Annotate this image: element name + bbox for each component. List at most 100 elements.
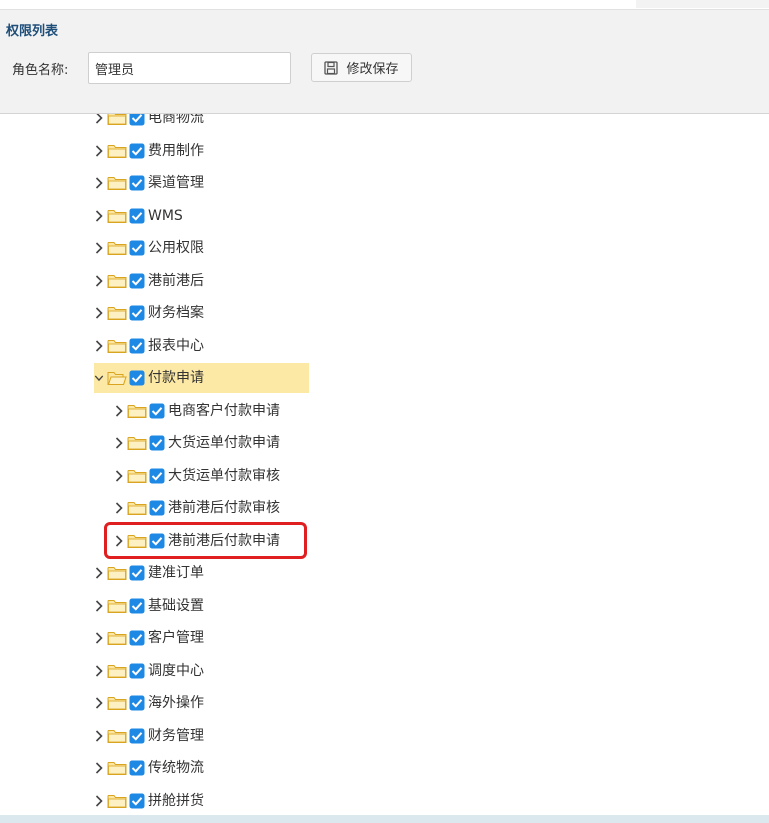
checkbox-checked[interactable]	[129, 370, 145, 386]
tree-node[interactable]: 港前港后付款审核	[114, 493, 280, 523]
tree-node-label[interactable]: 财务档案	[148, 298, 204, 328]
folder-icon	[107, 208, 127, 224]
tree-node-label[interactable]: 建准订单	[148, 558, 204, 588]
tree-node-label[interactable]: 海外操作	[148, 688, 204, 718]
folder-icon	[107, 273, 127, 289]
checkbox-checked[interactable]	[129, 143, 145, 159]
tree-node[interactable]: 电商物流	[94, 114, 204, 133]
chevron-right-icon[interactable]	[94, 274, 104, 288]
chevron-right-icon[interactable]	[94, 696, 104, 710]
tree-node[interactable]: 客户管理	[94, 623, 204, 653]
tree-node[interactable]: 报表中心	[94, 331, 204, 361]
tree-node-label[interactable]: 基础设置	[148, 591, 204, 621]
checkbox-checked[interactable]	[129, 728, 145, 744]
checkbox-checked[interactable]	[129, 240, 145, 256]
folder-icon	[107, 598, 127, 614]
tree-node-label[interactable]: 公用权限	[148, 233, 204, 263]
tree-node[interactable]: 财务档案	[94, 298, 204, 328]
role-name-input[interactable]	[88, 52, 291, 84]
checkbox-checked[interactable]	[129, 208, 145, 224]
chevron-right-icon[interactable]	[94, 176, 104, 190]
tree-node-label[interactable]: 港前港后	[148, 266, 204, 296]
chevron-right-icon[interactable]	[94, 241, 104, 255]
tree-node[interactable]: 调度中心	[94, 656, 204, 686]
permission-tree: 电商物流费用制作 渠道管理 WMS 公用权限 港前港后 财务档案 报表中心 付款申请 电商客户付…	[0, 114, 769, 814]
tree-node[interactable]: 费用制作	[94, 136, 204, 166]
tree-node-label[interactable]: 报表中心	[148, 331, 204, 361]
chevron-right-icon[interactable]	[94, 114, 104, 125]
tree-node-label[interactable]: 大货运单付款审核	[168, 461, 280, 491]
top-bar-accent	[636, 0, 769, 8]
checkbox-checked[interactable]	[149, 435, 165, 451]
tree-node[interactable]: 大货运单付款申请	[114, 428, 280, 458]
checkbox-checked[interactable]	[129, 338, 145, 354]
permission-header-panel: 权限列表 角色名称: 修改保存	[0, 10, 769, 114]
folder-icon	[107, 143, 127, 159]
tree-node[interactable]: 传统物流	[94, 753, 204, 783]
chevron-down-icon[interactable]	[94, 371, 104, 385]
chevron-right-icon[interactable]	[94, 144, 104, 158]
tree-node-label[interactable]: 渠道管理	[148, 168, 204, 198]
tree-node[interactable]: WMS	[94, 201, 183, 231]
chevron-right-icon[interactable]	[114, 469, 124, 483]
chevron-right-icon[interactable]	[94, 566, 104, 580]
folder-icon	[127, 403, 147, 419]
tree-node[interactable]: 公用权限	[94, 233, 204, 263]
chevron-right-icon[interactable]	[94, 664, 104, 678]
chevron-right-icon[interactable]	[94, 631, 104, 645]
folder-icon	[107, 695, 127, 711]
chevron-right-icon[interactable]	[94, 599, 104, 613]
tree-node[interactable]: 付款申请	[94, 363, 309, 393]
chevron-right-icon[interactable]	[94, 306, 104, 320]
tree-node-label[interactable]: 电商客户付款申请	[168, 396, 280, 426]
tree-node-label[interactable]: 调度中心	[148, 656, 204, 686]
checkbox-checked[interactable]	[129, 793, 145, 809]
tree-node-label[interactable]: 港前港后付款审核	[168, 493, 280, 523]
checkbox-checked[interactable]	[149, 500, 165, 516]
tree-node-label[interactable]: 财务管理	[148, 721, 204, 751]
checkbox-checked[interactable]	[149, 403, 165, 419]
tree-node[interactable]: 港前港后	[94, 266, 204, 296]
tree-node-label[interactable]: 拼舱拼货	[148, 786, 204, 815]
tree-node-label[interactable]: 费用制作	[148, 136, 204, 166]
tree-node[interactable]: 建准订单	[94, 558, 204, 588]
chevron-right-icon[interactable]	[94, 339, 104, 353]
folder-icon	[107, 728, 127, 744]
tree-node[interactable]: 海外操作	[94, 688, 204, 718]
tree-node-label[interactable]: 电商物流	[148, 114, 204, 133]
tree-node-label[interactable]: 大货运单付款申请	[168, 428, 280, 458]
checkbox-checked[interactable]	[129, 695, 145, 711]
tree-node-label[interactable]: 付款申请	[148, 363, 204, 393]
tree-node[interactable]: 大货运单付款审核	[114, 461, 280, 491]
checkbox-checked[interactable]	[129, 760, 145, 776]
checkbox-checked[interactable]	[149, 468, 165, 484]
chevron-right-icon[interactable]	[94, 761, 104, 775]
top-bar	[0, 0, 769, 10]
tree-node-label[interactable]: 传统物流	[148, 753, 204, 783]
tree-node[interactable]: 财务管理	[94, 721, 204, 751]
checkbox-checked[interactable]	[129, 630, 145, 646]
tree-node-label[interactable]: WMS	[148, 201, 183, 231]
chevron-right-icon[interactable]	[114, 501, 124, 515]
checkbox-checked[interactable]	[129, 663, 145, 679]
chevron-right-icon[interactable]	[94, 729, 104, 743]
checkbox-checked[interactable]	[129, 175, 145, 191]
checkbox-checked[interactable]	[129, 598, 145, 614]
tree-node[interactable]: 电商客户付款申请	[114, 396, 280, 426]
chevron-right-icon[interactable]	[94, 209, 104, 223]
chevron-right-icon[interactable]	[114, 436, 124, 450]
checkbox-checked[interactable]	[129, 305, 145, 321]
tree-node-label[interactable]: 客户管理	[148, 623, 204, 653]
tree-node[interactable]: 渠道管理	[94, 168, 204, 198]
save-button[interactable]: 修改保存	[311, 53, 412, 82]
checkbox-checked[interactable]	[129, 114, 145, 126]
save-button-label: 修改保存	[346, 62, 399, 77]
chevron-right-icon[interactable]	[114, 404, 124, 418]
chevron-right-icon[interactable]	[94, 794, 104, 808]
folder-icon	[107, 240, 127, 256]
tree-node[interactable]: 基础设置	[94, 591, 204, 621]
checkbox-checked[interactable]	[129, 273, 145, 289]
folder-open-icon	[107, 370, 127, 386]
tree-node[interactable]: 拼舱拼货	[94, 786, 204, 815]
checkbox-checked[interactable]	[129, 565, 145, 581]
